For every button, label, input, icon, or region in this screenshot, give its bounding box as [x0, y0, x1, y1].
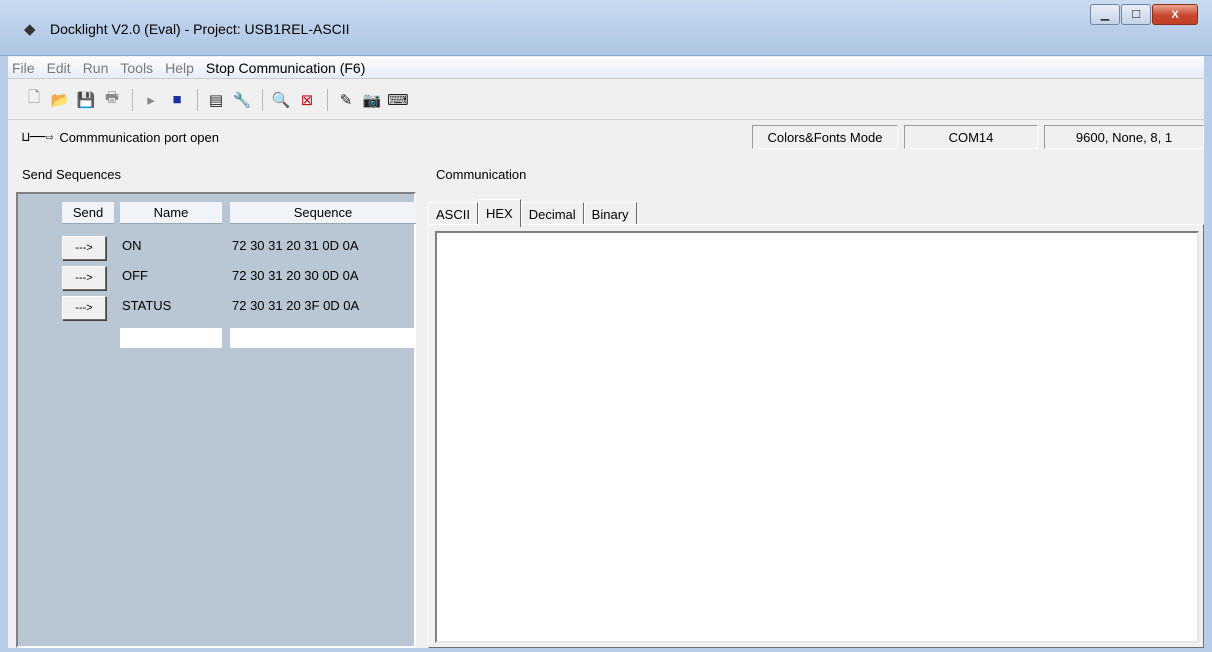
- open-folder-icon[interactable]: 📂: [50, 90, 70, 110]
- menu-file[interactable]: File: [12, 60, 35, 76]
- window-controls: ▁ ☐ X: [1089, 4, 1198, 25]
- send-sequences-label: Send Sequences: [22, 167, 122, 182]
- run-icon[interactable]: ▸: [141, 90, 161, 110]
- find-icon[interactable]: 🔍: [271, 90, 291, 110]
- sequence-name[interactable]: OFF: [122, 268, 148, 283]
- edit-script-icon[interactable]: ✎: [336, 90, 356, 110]
- close-button[interactable]: X: [1152, 4, 1198, 25]
- menu-edit[interactable]: Edit: [47, 60, 71, 76]
- sequence-value[interactable]: 72 30 31 20 3F 0D 0A: [232, 298, 359, 313]
- tab-ascii[interactable]: ASCII: [428, 202, 478, 226]
- window-border-right: [1204, 56, 1212, 652]
- communication-tabs: ASCII HEX Decimal Binary: [428, 196, 637, 227]
- port-status-text: Commmunication port open: [59, 129, 220, 145]
- sequence-name[interactable]: ON: [122, 238, 142, 253]
- stop-icon[interactable]: ■: [167, 90, 187, 110]
- communication-panel: [428, 224, 1204, 648]
- toolbar-separator: [262, 88, 263, 111]
- menu-tools[interactable]: Tools: [120, 60, 153, 76]
- save-icon[interactable]: 💾: [76, 90, 96, 110]
- new-sequence-name-cell[interactable]: [120, 328, 222, 348]
- send-button[interactable]: --->: [62, 266, 106, 290]
- send-button[interactable]: --->: [62, 296, 106, 320]
- mode-status: Colors&Fonts Mode: [752, 125, 898, 149]
- new-sequence-value-cell[interactable]: [230, 328, 414, 348]
- new-file-icon[interactable]: 🗋: [24, 89, 44, 110]
- sequence-value[interactable]: 72 30 31 20 30 0D 0A: [232, 268, 359, 283]
- window-border-bottom: [0, 648, 1212, 652]
- app-logo-icon: ◆: [24, 21, 36, 38]
- send-button[interactable]: --->: [62, 236, 106, 260]
- column-header-send: Send: [62, 202, 114, 224]
- settings-icon[interactable]: 🔧: [232, 90, 252, 110]
- tab-binary[interactable]: Binary: [583, 202, 637, 226]
- sequence-value[interactable]: 72 30 31 20 31 0D 0A: [232, 238, 359, 253]
- port-settings-status: 9600, None, 8, 1: [1044, 125, 1204, 149]
- column-header-sequence: Sequence: [230, 202, 416, 224]
- menu-bar: File Edit Run Tools Help Stop Communicat…: [8, 57, 1204, 79]
- tab-hex[interactable]: HEX: [477, 199, 521, 227]
- snapshot-icon[interactable]: 📷: [362, 90, 382, 110]
- print-icon[interactable]: 🖶: [102, 89, 122, 110]
- toolbar-separator: [132, 88, 133, 111]
- com-port-status: COM14: [904, 125, 1038, 149]
- menu-run[interactable]: Run: [83, 60, 109, 76]
- menu-help[interactable]: Help: [165, 60, 194, 76]
- status-bar: ⊔──⇨ Commmunication port open Colors&Fon…: [8, 122, 1204, 152]
- toolbar-separator: [197, 88, 198, 111]
- port-open-icon: ⊔──⇨: [22, 129, 54, 145]
- port-status: ⊔──⇨ Commmunication port open: [8, 130, 746, 145]
- communication-label: Communication: [436, 167, 527, 182]
- send-sequences-table: Send Name Sequence ---> ON 72 30 31 20 3…: [16, 192, 416, 648]
- properties-icon[interactable]: ▤: [206, 90, 226, 110]
- toolbar-separator: [327, 88, 328, 111]
- minimize-button[interactable]: ▁: [1090, 4, 1120, 25]
- maximize-button[interactable]: ☐: [1121, 4, 1151, 25]
- clear-icon[interactable]: ⊠: [297, 90, 317, 110]
- toolbar: 🗋 📂 💾 🖶 ▸ ■ ▤ 🔧 🔍 ⊠ ✎ 📷 ⌨: [8, 80, 1204, 120]
- tab-decimal[interactable]: Decimal: [520, 202, 584, 226]
- menu-stop-communication[interactable]: Stop Communication (F6): [206, 60, 366, 76]
- communication-output[interactable]: [435, 231, 1199, 643]
- keyboard-icon[interactable]: ⌨: [387, 90, 409, 110]
- column-header-name: Name: [120, 202, 222, 224]
- sequence-name[interactable]: STATUS: [122, 298, 171, 313]
- window-title: Docklight V2.0 (Eval) - Project: USB1REL…: [50, 21, 350, 37]
- title-bar: ◆ Docklight V2.0 (Eval) - Project: USB1R…: [0, 0, 1212, 56]
- window-border-left: [0, 56, 8, 652]
